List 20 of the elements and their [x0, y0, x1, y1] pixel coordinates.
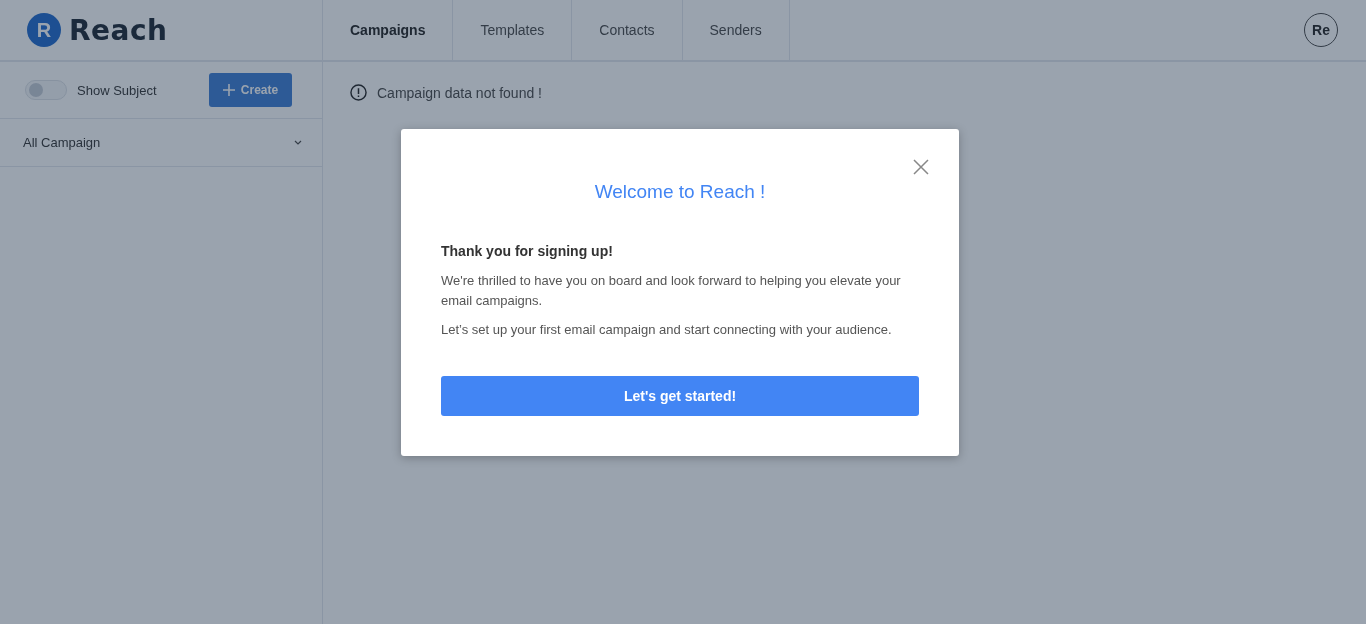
nav-tab[interactable]: Templates [453, 0, 573, 60]
alert-icon [350, 84, 367, 101]
nav-tab[interactable]: Campaigns [323, 0, 454, 60]
dialog-heading: Thank you for signing up! [441, 243, 614, 259]
toggle-switch[interactable] [25, 80, 67, 100]
nav-tab[interactable]: Contacts [572, 0, 683, 60]
get-started-button[interactable]: Let's get started! [441, 376, 919, 416]
create-button[interactable]: Create [209, 73, 292, 107]
empty-message: Campaign data not found ! [377, 84, 542, 101]
logo-badge: R [27, 13, 61, 47]
dialog-paragraph: We're thrilled to have you on board and look forward to helping you elevate your email campaigns. [441, 272, 902, 310]
brand-name: Reach [69, 13, 168, 47]
campaign-filter-dropdown[interactable]: All Campaign [0, 119, 322, 167]
toggle-label: Show Subject [77, 82, 157, 98]
dialog-paragraph: Let’s set up your first email campaign and start connecting with your audience. [441, 321, 893, 339]
plus-icon [222, 84, 235, 96]
close-icon[interactable] [913, 159, 929, 175]
nav-tab[interactable]: Senders [682, 0, 790, 60]
dialog-title: Welcome to Reach ! [593, 181, 767, 203]
chevron-down-icon [294, 140, 302, 145]
